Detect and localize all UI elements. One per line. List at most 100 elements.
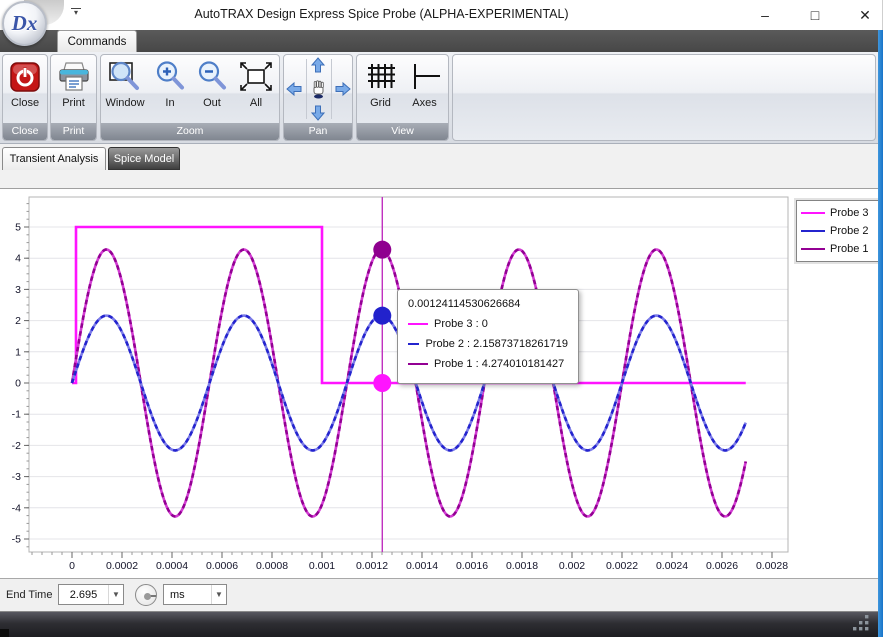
app-logo[interactable]: Dx [2,1,48,47]
close-window-button[interactable]: ✕ [857,7,873,24]
zoom-window-label: Window [105,97,144,109]
pan-left-icon[interactable] [286,81,302,97]
zoom-out-button[interactable]: Out [191,55,233,109]
x-tick-label: 0.0002 [106,560,138,572]
window-corner-notch [0,629,9,637]
x-tick-label: 0.0024 [656,560,688,572]
ribbon-group-caption-zoom: Zoom [101,123,279,140]
logo-disc: Dx [2,1,47,46]
pan-separator [331,59,332,119]
minimize-button[interactable]: – [757,7,773,23]
maximize-button[interactable]: □ [807,7,823,23]
end-time-combobox[interactable]: 2.695 ▼ [58,584,124,605]
end-time-label: End Time [6,589,52,601]
ribbon-group-caption-view: View [357,123,448,140]
ribbon-tab-commands[interactable]: Commands [57,30,137,52]
legend-item[interactable]: Probe 1 [801,240,874,258]
x-tick-label: 0.0004 [156,560,188,572]
x-tick-label: 0.001 [309,560,335,572]
zoom-out-icon [194,59,230,95]
end-time-value: 2.695 [59,589,108,601]
y-tick-label: 4 [15,253,21,265]
zoom-in-button[interactable]: In [149,55,191,109]
close-button-label: Close [11,97,39,109]
cursor-marker-probe-1[interactable] [373,241,391,259]
close-button[interactable]: Close [7,55,43,109]
bottom-control-bar: End Time 2.695 ▼ ms ▼ [0,578,883,611]
x-tick-label: 0.0018 [506,560,538,572]
tooltip-time-value: 0.00124114530626684 [408,298,568,310]
ribbon-group-caption-pan: Pan [284,123,352,140]
zoom-all-button[interactable]: All [233,55,279,109]
grid-icon [363,59,399,95]
pan-down-icon[interactable] [310,105,326,121]
x-tick-label: 0.002 [559,560,585,572]
axes-button[interactable]: Axes [403,55,447,109]
printer-icon [56,59,92,95]
pan-separator [306,59,307,119]
y-tick-label: -5 [12,534,21,546]
zoom-window-button[interactable]: Window [101,55,149,109]
probe-tooltip: 0.00124114530626684 Probe 3 : 0Probe 2 :… [397,289,579,384]
window-border-right [878,30,883,637]
tab-spice-model[interactable]: Spice Model [108,147,180,170]
y-tick-label: 0 [15,378,21,390]
y-tick-label: 5 [15,222,21,234]
x-tick-label: 0 [69,560,75,572]
chevron-down-icon[interactable]: ▼ [108,585,123,604]
tooltip-probe-value: Probe 1 : 4.274010181427 [434,358,564,370]
app-window: Dx ▾ AutoTRAX Design Express Spice Probe… [0,0,883,637]
tooltip-line-swatch [408,343,419,345]
zoom-in-icon [152,59,188,95]
x-tick-label: 0.0012 [356,560,388,572]
tooltip-line-swatch [408,323,428,325]
legend-label: Probe 3 [830,207,869,219]
pan-up-icon[interactable] [310,57,326,73]
ribbon: Close Close [0,52,883,144]
cursor-marker-probe-2[interactable] [373,307,391,325]
resize-grip[interactable] [853,615,871,633]
title-bar: Dx ▾ AutoTRAX Design Express Spice Probe… [0,0,883,30]
logo-text: Dx [12,11,38,36]
y-tick-label: 3 [15,284,21,296]
zoom-window-icon [107,59,143,95]
pan-hand-icon[interactable] [310,80,327,99]
ribbon-group-caption-print: Print [51,123,96,140]
x-tick-label: 0.0022 [606,560,638,572]
y-tick-label: 2 [15,315,21,327]
y-tick-label: -1 [12,409,21,421]
y-tick-label: 1 [15,346,21,358]
legend-label: Probe 1 [830,243,869,255]
zoom-out-label: Out [203,97,221,109]
legend-line-swatch [801,230,825,232]
zoom-all-icon [238,59,274,95]
tab-transient-analysis[interactable]: Transient Analysis [2,147,106,170]
time-dial-button[interactable] [135,584,157,606]
legend-item[interactable]: Probe 2 [801,222,874,240]
ribbon-group-caption-close: Close [3,123,47,140]
chevron-down-icon[interactable]: ▼ [211,585,226,604]
tooltip-line-swatch [408,363,428,365]
tooltip-probe-value: Probe 3 : 0 [434,318,488,330]
document-tab-strip: Transient Analysis Spice Model [0,144,883,170]
ribbon-group-view: Grid Axes View [356,54,449,141]
legend-line-swatch [801,212,825,214]
print-button[interactable]: Print [56,55,92,109]
legend-item[interactable]: Probe 3 [801,204,874,222]
x-tick-label: 0.0006 [206,560,238,572]
zoom-all-label: All [250,97,262,109]
y-tick-label: -2 [12,440,21,452]
pan-right-icon[interactable] [335,81,351,97]
ribbon-group-empty [452,54,876,141]
zoom-in-label: In [165,97,174,109]
x-tick-label: 0.0014 [406,560,438,572]
cursor-marker-probe-3[interactable] [373,374,391,392]
print-button-label: Print [62,97,85,109]
tooltip-probe-row: Probe 1 : 4.274010181427 [408,354,568,374]
power-icon [7,59,43,95]
legend-label: Probe 2 [830,225,869,237]
ribbon-group-print: Print Print [50,54,97,141]
time-unit-combobox[interactable]: ms ▼ [163,584,227,605]
grid-button[interactable]: Grid [359,55,403,109]
x-tick-label: 0.0028 [756,560,788,572]
